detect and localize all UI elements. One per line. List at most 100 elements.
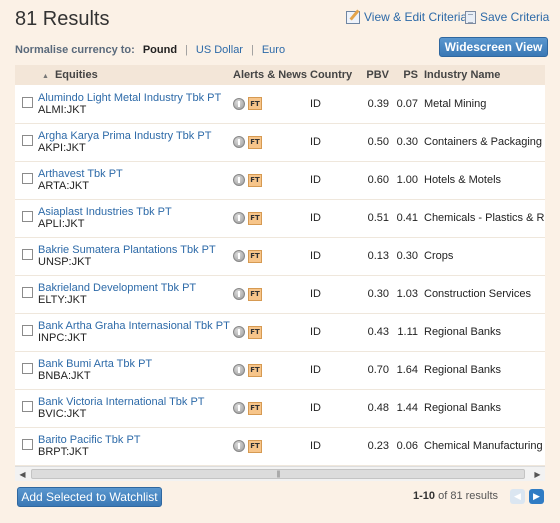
chevron-left-icon[interactable]: ◀ [510,489,525,504]
alert-icon[interactable] [233,174,245,186]
row-checkbox[interactable] [22,173,33,184]
ft-news-icon[interactable]: FT [248,287,262,301]
header-pbv[interactable]: PBV [352,65,392,85]
table-row[interactable]: Asiaplast Industries Tbk PT APLI:JKT FT ID 0… [15,199,545,237]
industry-cell: Regional Banks [424,402,502,414]
scrollbar-thumb[interactable]: ||| [31,469,525,479]
alert-icon[interactable] [233,402,245,414]
scroll-left-arrow-icon[interactable]: ◀ [15,467,30,482]
equity-cell: Alumindo Light Metal Industry Tbk PT ALMI… [35,85,230,123]
header-ps[interactable]: PS [392,65,421,85]
alert-icon[interactable] [233,136,245,148]
industry-cell: Chemicals - Plastics & Rub [424,212,545,224]
view-edit-criteria-label: View & Edit Criteria [364,10,468,24]
view-edit-criteria-link[interactable]: View & Edit Criteria [346,10,467,24]
ft-news-icon[interactable]: FT [248,401,262,415]
alert-icon[interactable] [233,250,245,262]
currency-option-euro[interactable]: Euro [262,44,285,56]
equity-ticker: AKPI:JKT [38,142,86,154]
row-checkbox[interactable] [22,363,33,374]
industry-cell: Construction Services [424,288,531,300]
horizontal-scrollbar[interactable]: ◀ ||| ▶ [15,466,545,481]
ft-news-icon[interactable]: FT [248,135,262,149]
row-checkbox[interactable] [22,325,33,336]
row-checkbox-cell [15,389,35,427]
table-row[interactable]: Bakrie Sumatera Plantations Tbk PT UNSP:J… [15,237,545,275]
currency-label: Normalise currency to: [15,44,135,56]
table-row[interactable]: Argha Karya Prima Industry Tbk PT AKPI:JK… [15,123,545,161]
scroll-right-arrow-icon[interactable]: ▶ [530,467,545,482]
equity-cell: Asiaplast Industries Tbk PT APLI:JKT [35,199,230,237]
alerts-cell: FT [230,161,307,199]
pbv-cell: 0.39 [367,97,389,110]
ps-cell: 1.64 [396,364,418,376]
header-industry[interactable]: Industry Name [421,65,545,85]
ft-news-icon[interactable]: FT [248,439,262,453]
ps-cell: 0.41 [396,212,418,224]
row-checkbox[interactable] [22,249,33,260]
equity-name-link[interactable]: Argha Karya Prima Industry Tbk PT [38,130,227,142]
alert-icon[interactable] [233,364,245,376]
alert-icon[interactable] [233,440,245,452]
equity-name-link[interactable]: Bakrie Sumatera Plantations Tbk PT [38,244,227,256]
alerts-cell: FT [230,85,307,123]
country-cell: ID [310,440,321,452]
chevron-right-icon[interactable]: ▶ [529,489,544,504]
country-cell: ID [310,212,321,224]
table-row[interactable]: Bakrieland Development Tbk PT ELTY:JKT FT I… [15,275,545,313]
alert-icon[interactable] [233,288,245,300]
table-row[interactable]: Alumindo Light Metal Industry Tbk PT ALMI… [15,85,545,123]
equity-name-link[interactable]: Barito Pacific Tbk PT [38,434,227,446]
ft-news-icon[interactable]: FT [248,363,262,377]
ft-news-icon[interactable]: FT [248,97,262,111]
country-cell: ID [310,97,321,110]
header-country[interactable]: Country [307,65,352,85]
ft-news-icon[interactable]: FT [248,325,262,339]
pager-status: 1-10 of 81 results [413,490,498,502]
table-row[interactable]: Bank Victoria International Tbk PT BVIC:J… [15,389,545,427]
widescreen-view-button[interactable]: Widescreen View [439,37,548,57]
alert-icon[interactable] [233,326,245,338]
alert-icon[interactable] [233,212,245,224]
equity-name-link[interactable]: Bank Victoria International Tbk PT [38,396,227,408]
equity-name-link[interactable]: Bank Bumi Arta Tbk PT [38,358,227,370]
equity-ticker: BNBA:JKT [38,370,91,382]
row-checkbox[interactable] [22,135,33,146]
alerts-cell: FT [230,351,307,389]
ft-news-icon[interactable]: FT [248,173,262,187]
currency-option-pound[interactable]: Pound [143,44,177,56]
equity-name-link[interactable]: Arthavest Tbk PT [38,168,227,180]
currency-option-usd[interactable]: US Dollar [196,44,243,56]
ps-cell: 1.44 [396,402,418,414]
pbv-cell: 0.50 [367,136,389,148]
equity-name-link[interactable]: Bank Artha Graha Internasional Tbk PT [38,320,230,332]
equity-name-link[interactable]: Bakrieland Development Tbk PT [38,282,227,294]
ft-news-icon[interactable]: FT [248,249,262,263]
alert-icon[interactable] [233,97,245,110]
industry-cell: Hotels & Motels [424,174,502,186]
row-checkbox[interactable] [22,401,33,412]
country-cell: ID [310,250,321,262]
industry-cell: Metal Mining [424,97,487,110]
equity-name-link[interactable]: Alumindo Light Metal Industry Tbk PT [38,92,227,104]
row-checkbox-cell [15,199,35,237]
ps-cell: 0.06 [396,440,418,452]
header-equities[interactable]: ▲ Equities [35,65,230,85]
row-checkbox[interactable] [22,439,33,450]
table-row[interactable]: Barito Pacific Tbk PT BRPT:JKT FT ID 0.23 0.0… [15,427,545,465]
ft-news-icon[interactable]: FT [248,211,262,225]
industry-cell: Regional Banks [424,326,502,338]
table-row[interactable]: Bank Artha Graha Internasional Tbk PT INP… [15,313,545,351]
equity-ticker: ELTY:JKT [38,294,87,306]
row-checkbox[interactable] [22,211,33,222]
add-to-watchlist-button[interactable]: Add Selected to Watchlist [17,487,162,507]
table-row[interactable]: Arthavest Tbk PT ARTA:JKT FT ID 0.60 1.00 Hote… [15,161,545,199]
row-checkbox[interactable] [22,287,33,298]
table-row[interactable]: Bank Bumi Arta Tbk PT BNBA:JKT FT ID 0.70 1.6… [15,351,545,389]
header-alerts-news[interactable]: Alerts & News [230,65,307,85]
equity-name-link[interactable]: Asiaplast Industries Tbk PT [38,206,227,218]
alerts-cell: FT [230,237,307,275]
row-checkbox[interactable] [22,96,33,108]
results-table-container: ▲ Equities Alerts & News Country PBV PS I… [15,65,545,481]
save-criteria-link[interactable]: Save Criteria [465,10,549,24]
